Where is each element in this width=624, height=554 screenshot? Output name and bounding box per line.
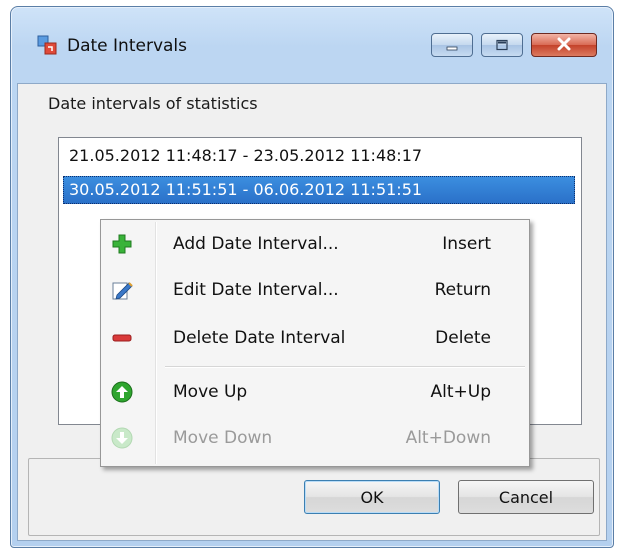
menu-item-move-up[interactable]: Move Up Alt+Up bbox=[103, 370, 527, 414]
minimize-button[interactable] bbox=[431, 33, 473, 57]
date-intervals-app-icon bbox=[37, 35, 57, 55]
menu-item-label: Delete Date Interval bbox=[173, 328, 346, 348]
maximize-icon bbox=[495, 36, 509, 55]
arrow-down-icon bbox=[111, 427, 133, 449]
menu-item-delete-date-interval[interactable]: Delete Date Interval Delete bbox=[103, 316, 527, 360]
menu-item-label: Add Date Interval... bbox=[173, 234, 339, 254]
context-menu: Add Date Interval... Insert Edit Date In… bbox=[100, 219, 530, 467]
list-item-selected[interactable]: 30.05.2012 11:51:51 - 06.06.2012 11:51:5… bbox=[63, 176, 575, 204]
window-title: Date Intervals bbox=[67, 36, 187, 56]
menu-item-label: Edit Date Interval... bbox=[173, 280, 339, 300]
cancel-button[interactable]: Cancel bbox=[458, 480, 594, 514]
menu-item-shortcut: Delete bbox=[435, 328, 491, 348]
arrow-up-icon bbox=[111, 381, 133, 403]
menu-item-shortcut: Insert bbox=[442, 234, 491, 254]
menu-item-edit-date-interval[interactable]: Edit Date Interval... Return bbox=[103, 268, 527, 312]
ok-button[interactable]: OK bbox=[304, 480, 440, 514]
menu-item-shortcut: Alt+Up bbox=[430, 382, 492, 402]
list-item[interactable]: 21.05.2012 11:48:17 - 23.05.2012 11:48:1… bbox=[63, 142, 575, 170]
close-button[interactable] bbox=[531, 33, 597, 57]
menu-item-move-down[interactable]: Move Down Alt+Down bbox=[103, 416, 527, 460]
maximize-button[interactable] bbox=[481, 33, 523, 57]
close-icon bbox=[556, 36, 572, 55]
menu-item-add-date-interval[interactable]: Add Date Interval... Insert bbox=[103, 222, 527, 266]
menu-item-shortcut: Return bbox=[434, 280, 491, 300]
minimize-icon bbox=[445, 36, 459, 55]
menu-item-label: Move Down bbox=[173, 428, 273, 448]
edit-icon bbox=[111, 279, 133, 301]
title-bar[interactable]: Date Intervals bbox=[11, 7, 613, 83]
plus-icon bbox=[111, 233, 133, 255]
date-intervals-label: Date intervals of statistics bbox=[48, 94, 258, 113]
menu-item-shortcut: Alt+Down bbox=[405, 428, 491, 448]
menu-separator bbox=[165, 366, 525, 368]
menu-item-label: Move Up bbox=[173, 382, 248, 402]
minus-icon bbox=[111, 327, 133, 349]
